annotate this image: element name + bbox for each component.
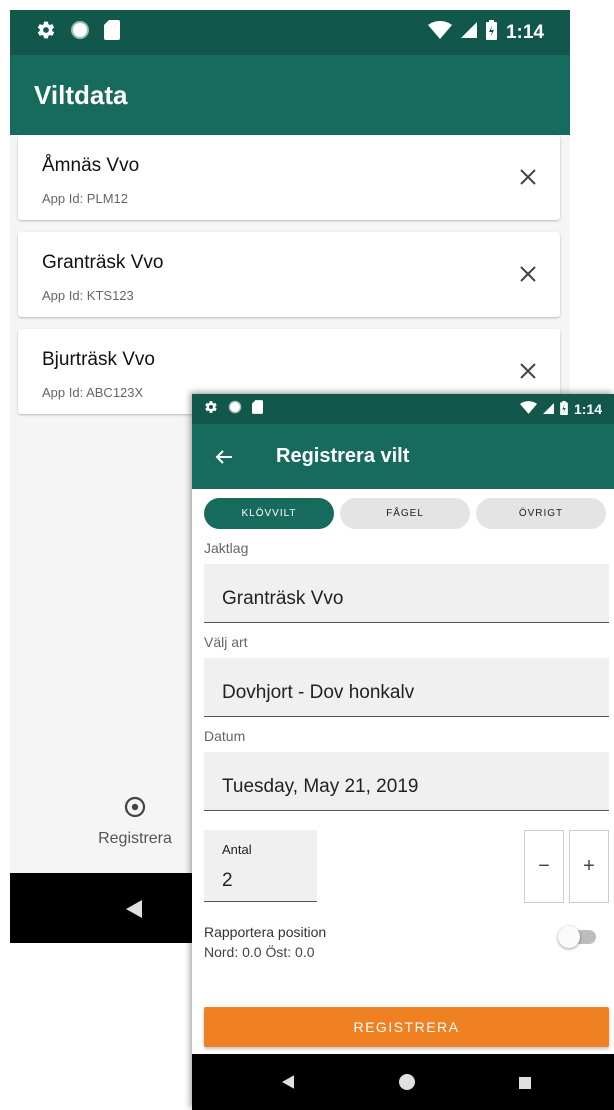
position-toggle[interactable] (558, 926, 598, 948)
list-item-app-id: App Id: PLM12 (42, 191, 128, 206)
list-item-app-id: App Id: KTS123 (42, 288, 134, 303)
status-bar: 1:14 (10, 10, 570, 55)
jaktlag-label: Jaktlag (204, 540, 249, 556)
page-title: Registrera vilt (276, 445, 410, 467)
list-item[interactable]: Granträsk Vvo App Id: KTS123 (18, 232, 560, 317)
nav-home-icon[interactable] (398, 1073, 416, 1096)
registrera-button[interactable]: REGISTRERA (204, 1007, 609, 1047)
sd-card-icon (104, 20, 120, 45)
antal-field[interactable]: Antal 2 (204, 830, 317, 902)
decrement-button[interactable]: − (524, 830, 564, 903)
circle-status-icon (70, 20, 90, 45)
location-pin-icon (123, 796, 147, 823)
wifi-icon (427, 20, 452, 45)
datum-label: Datum (204, 728, 246, 744)
back-arrow-icon[interactable] (212, 445, 236, 469)
close-icon[interactable] (516, 165, 540, 189)
list-item-title: Bjurträsk Vvo (42, 349, 155, 370)
art-select[interactable]: Dovhjort - Dov honkalv (204, 658, 609, 717)
app-bar: Viltdata (10, 55, 570, 135)
position-coords: Nord: 0.0 Öst: 0.0 (204, 944, 315, 960)
nav-back-icon[interactable] (126, 900, 142, 923)
status-time: 1:14 (573, 401, 602, 417)
settings-gear-icon (36, 20, 56, 45)
increment-button[interactable]: + (569, 830, 609, 903)
status-time: 1:14 (505, 21, 544, 43)
app-title: Viltdata (34, 79, 128, 110)
battery-charging-icon (560, 400, 568, 418)
antal-label: Antal (222, 842, 252, 857)
system-nav-bar (192, 1054, 614, 1110)
status-bar: 1:14 (192, 394, 614, 424)
tab-fagel[interactable]: FÅGEL (340, 498, 470, 529)
battery-charging-icon (485, 19, 497, 46)
circle-status-icon (228, 400, 242, 419)
app-bar: Registrera vilt (192, 424, 614, 489)
close-icon[interactable] (516, 359, 540, 383)
list-item-title: Åmnäs Vvo (42, 155, 140, 176)
list-item[interactable]: Åmnäs Vvo App Id: PLM12 (18, 135, 560, 220)
signal-icon (542, 401, 554, 417)
bottom-nav-label: Registrera (98, 830, 172, 847)
datum-field[interactable]: Tuesday, May 21, 2019 (204, 752, 609, 811)
tab-klovvilt[interactable]: KLÖVVILT (204, 498, 334, 529)
signal-icon (460, 21, 477, 44)
nav-recents-icon[interactable] (519, 1076, 531, 1094)
nav-back-icon[interactable] (282, 1075, 294, 1094)
wifi-icon (519, 401, 537, 417)
tab-ovrigt[interactable]: ÖVRIGT (476, 498, 606, 529)
toggle-thumb (558, 926, 580, 948)
position-label: Rapportera position (204, 924, 327, 940)
bottom-nav-registrera[interactable]: Registrera (65, 795, 205, 848)
list-item-title: Granträsk Vvo (42, 252, 164, 273)
settings-gear-icon (204, 400, 218, 419)
jaktlag-select[interactable]: Granträsk Vvo (204, 564, 609, 623)
list-item-app-id: App Id: ABC123X (42, 385, 144, 400)
antal-value: 2 (222, 870, 233, 891)
close-icon[interactable] (516, 262, 540, 286)
sd-card-icon (252, 399, 263, 419)
registrera-vilt-screen: 1:14 Registrera vilt KLÖVVILT FÅGEL ÖVRI… (192, 394, 614, 1110)
art-label: Välj art (204, 634, 248, 650)
category-toggle-group: KLÖVVILT FÅGEL ÖVRIGT (204, 498, 606, 529)
